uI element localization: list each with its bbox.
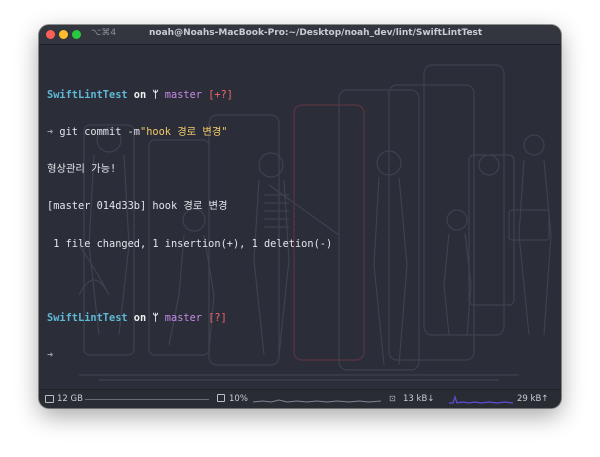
commit-message: "hook 경로 변경"	[140, 126, 228, 139]
command-text: git commit -m	[53, 126, 140, 139]
cpu-icon	[217, 394, 225, 402]
minimize-button[interactable]	[59, 30, 68, 39]
prompt-git-status: [?]	[208, 312, 227, 325]
prompt-line-1: SwiftLintTest on ᛘ master [+?]	[47, 89, 553, 101]
maximize-button[interactable]	[72, 30, 81, 39]
prompt-on-label: on	[133, 88, 147, 101]
title-bar[interactable]: ⌥⌘4 noah@Noahs-MacBook-Pro:~/Desktop/noa…	[39, 25, 561, 45]
prompt-branch: master	[164, 312, 202, 325]
network-download: 13 kB↓	[403, 394, 435, 404]
cpu-usage-graph	[253, 399, 381, 403]
network-graph	[449, 395, 513, 404]
git-branch-icon: ᛘ	[152, 312, 159, 325]
disk-icon	[45, 395, 54, 403]
terminal-output[interactable]: SwiftLintTest on ᛘ master [+?] ➜ git com…	[47, 64, 553, 386]
cpu-usage: 10%	[229, 394, 248, 404]
close-button[interactable]	[46, 30, 55, 39]
terminal-window: ⌥⌘4 noah@Noahs-MacBook-Pro:~/Desktop/noa…	[39, 25, 561, 408]
prompt-branch: master	[164, 88, 202, 101]
git-branch-icon: ᛘ	[152, 88, 159, 101]
prompt-directory: SwiftLintTest	[47, 312, 128, 325]
window-title: noah@Noahs-MacBook-Pro:~/Desktop/noah_de…	[149, 28, 483, 38]
prompt-git-status: [+?]	[208, 88, 234, 101]
output-line: 형상관리 가능!	[47, 163, 117, 176]
prompt-on-label: on	[133, 312, 147, 325]
status-bar: 12 GB 10% ⊡ 13 kB↓ 29 kB↑	[39, 389, 561, 408]
tab-shortcut: ⌥⌘4	[91, 28, 117, 38]
network-upload: 29 kB↑	[517, 394, 549, 404]
command-line: ➜ git commit -m"hook 경로 변경"	[47, 126, 553, 138]
prompt-directory: SwiftLintTest	[47, 88, 128, 101]
terminal-content[interactable]: SwiftLintTest on ᛘ master [+?] ➜ git com…	[39, 45, 561, 390]
current-prompt-line[interactable]: ➜	[47, 349, 553, 361]
prompt-arrow-icon: ➜	[47, 349, 54, 362]
disk-usage-graph	[85, 399, 209, 400]
output-line: [master 014d33b] hook 경로 변경	[47, 200, 228, 213]
network-icon: ⊡	[389, 394, 396, 403]
prompt-line-2: SwiftLintTest on ᛘ master [?]	[47, 312, 553, 324]
output-line: 1 file changed, 1 insertion(+), 1 deleti…	[47, 237, 333, 250]
disk-usage: 12 GB	[57, 394, 83, 404]
